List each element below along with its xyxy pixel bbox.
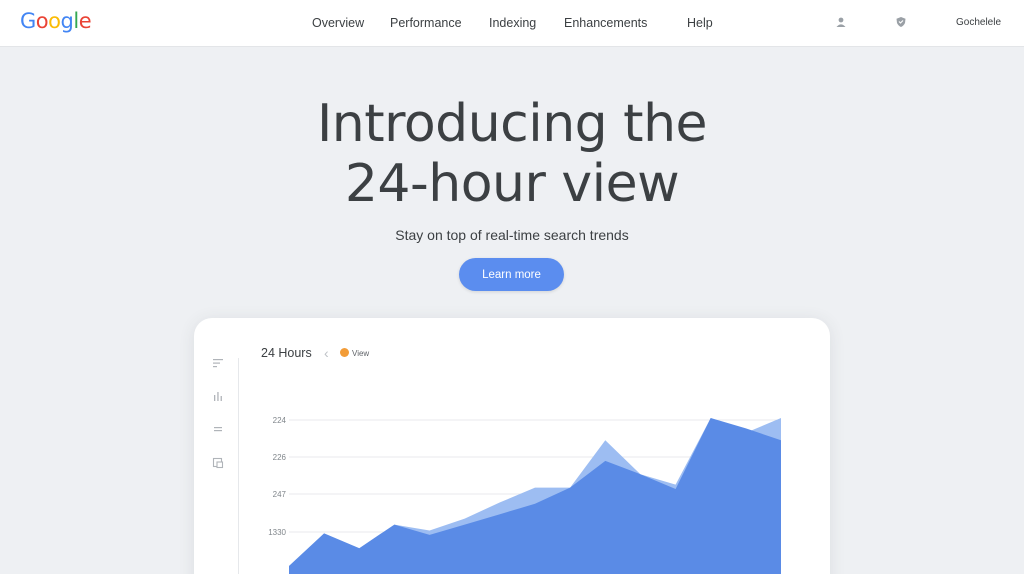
chart-areas [289, 418, 781, 574]
logo-letter: g [60, 9, 74, 33]
nav-performance[interactable]: Performance [390, 16, 462, 30]
learn-more-button[interactable]: Learn more [459, 258, 564, 291]
y-tick-label: 1330 [268, 528, 286, 537]
google-logo[interactable]: Google [20, 9, 92, 33]
y-tick-label: 226 [273, 453, 287, 462]
y-tick-label: 247 [273, 490, 287, 499]
nav-help[interactable]: Help [687, 16, 713, 30]
hero-title-line-1: Introducing the [316, 94, 708, 154]
top-nav-bar: Google Overview Performance Indexing Enh… [0, 0, 1024, 47]
shield-icon[interactable] [894, 15, 908, 29]
nav-indexing[interactable]: Indexing [489, 16, 536, 30]
logo-letter: o [35, 9, 49, 33]
brand-link[interactable]: Gochelele [956, 17, 1001, 28]
hero-title-line-2: 24-hour view [344, 154, 680, 214]
area-chart: 224 226 247 1330 [268, 416, 781, 574]
chart-card: 24 Hours ‹ View 224 226 247 1330 [194, 318, 830, 574]
logo-letter: o [48, 9, 61, 33]
hero-title: Introducing the 24-hour view [0, 94, 1024, 214]
logo-letter: G [20, 9, 36, 33]
logo-letter: e [78, 9, 92, 33]
y-tick-label: 224 [273, 416, 287, 425]
hero-subtitle: Stay on top of real-time search trends [395, 227, 629, 243]
chart-y-ticks: 224 226 247 1330 [268, 416, 286, 537]
nav-enhancements[interactable]: Enhancements [564, 16, 647, 30]
user-icon[interactable] [834, 15, 848, 29]
nav-overview[interactable]: Overview [312, 16, 364, 30]
